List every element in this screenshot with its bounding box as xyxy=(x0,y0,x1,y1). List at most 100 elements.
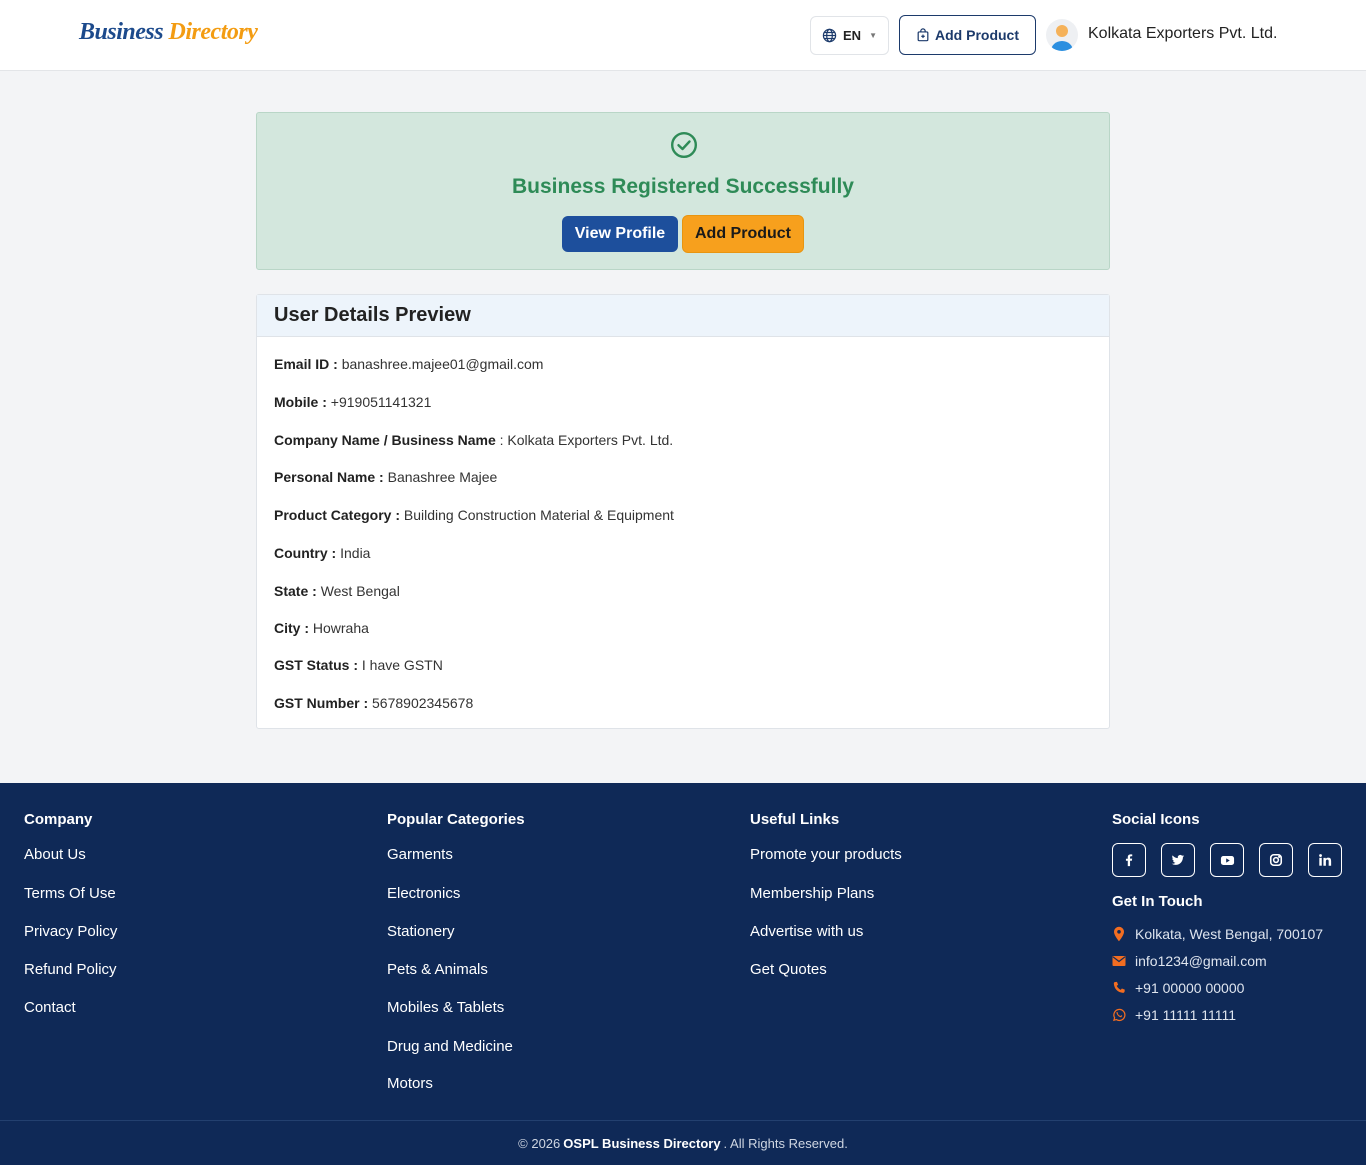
footer-link-electronics[interactable]: Electronics xyxy=(387,885,460,902)
detail-row-gst-status: GST Status : I have GSTN xyxy=(274,657,443,673)
detail-label: Mobile : xyxy=(274,394,327,410)
user-details-card: User Details Preview Email ID : banashre… xyxy=(256,294,1110,729)
contact-email[interactable]: info1234@gmail.com xyxy=(1112,953,1267,969)
detail-value: 5678902345678 xyxy=(372,695,474,711)
user-avatar[interactable] xyxy=(1046,19,1078,51)
detail-label: City : xyxy=(274,620,309,636)
linkedin-button[interactable] xyxy=(1308,843,1342,877)
phone-icon xyxy=(1113,981,1125,993)
site-footer: Company About Us Terms Of Use Privacy Po… xyxy=(0,783,1366,1165)
copyright-suffix: . All Rights Reserved. xyxy=(723,1135,848,1151)
header-add-product-label: Add Product xyxy=(935,27,1019,43)
detail-value: : Kolkata Exporters Pvt. Ltd. xyxy=(499,432,674,448)
footer-link-contact[interactable]: Contact xyxy=(24,999,76,1016)
detail-value: Banashree Majee xyxy=(387,469,498,485)
footer-link-refund[interactable]: Refund Policy xyxy=(24,961,117,978)
copyright-brand[interactable]: OSPL Business Directory xyxy=(563,1136,720,1151)
detail-value: +919051141321 xyxy=(330,394,432,410)
detail-value: I have GSTN xyxy=(361,657,443,673)
footer-contact-title: Get In Touch xyxy=(1112,893,1203,910)
success-banner: Business Registered Successfully View Pr… xyxy=(256,112,1110,270)
detail-label: State : xyxy=(274,583,317,599)
logo-part-1: Business xyxy=(79,19,164,45)
detail-label: Email ID : xyxy=(274,356,338,372)
language-label: EN xyxy=(843,28,862,43)
detail-row-mobile: Mobile : +919051141321 xyxy=(274,394,431,410)
detail-label: GST Status : xyxy=(274,657,359,673)
footer-copyright: © 2026 OSPL Business Directory . All Rig… xyxy=(0,1120,1366,1165)
contact-email-text: info1234@gmail.com xyxy=(1135,953,1267,969)
contact-whatsapp[interactable]: +91 11111 11111 xyxy=(1112,1007,1236,1023)
footer-link-stationery[interactable]: Stationery xyxy=(387,923,455,940)
detail-label: GST Number : xyxy=(274,695,369,711)
user-avatar-icon xyxy=(1051,25,1073,51)
footer-link-advertise[interactable]: Advertise with us xyxy=(750,923,863,940)
detail-row-country: Country : India xyxy=(274,545,370,561)
footer-link-mobiles[interactable]: Mobiles & Tablets xyxy=(387,999,504,1016)
footer-link-privacy[interactable]: Privacy Policy xyxy=(24,923,117,940)
user-name[interactable]: Kolkata Exporters Pvt. Ltd. xyxy=(1088,25,1277,43)
contact-phone-text: +91 00000 00000 xyxy=(1135,980,1245,996)
social-icons xyxy=(1112,843,1342,877)
footer-link-quotes[interactable]: Get Quotes xyxy=(750,961,827,978)
language-selector[interactable]: EN ▼ xyxy=(810,16,889,55)
detail-row-gst-number: GST Number : 5678902345678 xyxy=(274,695,473,711)
footer-link-motors[interactable]: Motors xyxy=(387,1075,433,1092)
linkedin-icon xyxy=(1319,854,1332,866)
facebook-button[interactable] xyxy=(1112,843,1146,877)
instagram-button[interactable] xyxy=(1259,843,1293,877)
contact-phone[interactable]: +91 00000 00000 xyxy=(1112,980,1244,996)
detail-value: India xyxy=(340,545,371,561)
footer-useful-title: Useful Links xyxy=(750,811,840,828)
add-product-button[interactable]: Add Product xyxy=(682,215,804,253)
copyright-prefix: © 2026 xyxy=(518,1135,561,1151)
top-header: Business Directory EN ▼ Add Product Kolk… xyxy=(0,0,1366,71)
footer-link-drug[interactable]: Drug and Medicine xyxy=(387,1038,513,1055)
footer-link-about-us[interactable]: About Us xyxy=(24,846,86,863)
detail-value: West Bengal xyxy=(320,583,400,599)
footer-link-promote[interactable]: Promote your products xyxy=(750,846,902,863)
logo-part-2: Directory xyxy=(168,19,258,45)
footer-link-garments[interactable]: Garments xyxy=(387,846,453,863)
instagram-icon xyxy=(1269,853,1283,867)
detail-value: Howraha xyxy=(312,620,369,636)
detail-row-product-category: Product Category : Building Construction… xyxy=(274,507,674,523)
detail-value: Building Construction Material & Equipme… xyxy=(403,507,674,523)
detail-value: banashree.majee01@gmail.com xyxy=(341,356,544,372)
footer-company-title: Company xyxy=(24,811,93,828)
globe-icon xyxy=(822,28,837,43)
youtube-button[interactable] xyxy=(1210,843,1244,877)
footer-link-pets[interactable]: Pets & Animals xyxy=(387,961,488,978)
contact-address-text: Kolkata, West Bengal, 700107 xyxy=(1135,926,1324,942)
envelope-icon xyxy=(1112,956,1126,966)
footer-social-title: Social Icons xyxy=(1112,811,1200,828)
card-header: User Details Preview xyxy=(257,295,1109,337)
detail-label: Personal Name : xyxy=(274,469,384,485)
detail-label: Company Name / Business Name xyxy=(274,432,496,448)
detail-row-email: Email ID : banashree.majee01@gmail.com xyxy=(274,356,543,372)
detail-row-city: City : Howraha xyxy=(274,620,369,636)
detail-label: Product Category : xyxy=(274,507,401,523)
contact-whatsapp-text: +91 11111 11111 xyxy=(1135,1007,1237,1023)
detail-row-personal-name: Personal Name : Banashree Majee xyxy=(274,469,497,485)
detail-label: Country : xyxy=(274,545,337,561)
twitter-button[interactable] xyxy=(1161,843,1195,877)
check-circle-icon xyxy=(670,131,698,159)
detail-row-company: Company Name / Business Name : Kolkata E… xyxy=(274,432,673,448)
footer-link-terms[interactable]: Terms Of Use xyxy=(24,885,116,902)
shopping-bag-plus-icon xyxy=(917,28,929,42)
contact-address: Kolkata, West Bengal, 700107 xyxy=(1112,926,1323,942)
card-title: User Details Preview xyxy=(274,304,471,326)
whatsapp-icon xyxy=(1113,1008,1126,1022)
success-message: Business Registered Successfully xyxy=(512,175,854,198)
twitter-icon xyxy=(1171,854,1185,865)
site-logo[interactable]: Business Directory xyxy=(79,19,258,46)
footer-link-membership[interactable]: Membership Plans xyxy=(750,885,874,902)
map-pin-icon xyxy=(1114,926,1124,942)
view-profile-button[interactable]: View Profile xyxy=(562,216,678,252)
header-add-product-button[interactable]: Add Product xyxy=(899,15,1036,55)
chevron-down-icon: ▼ xyxy=(869,31,877,40)
footer-categories-title: Popular Categories xyxy=(387,811,525,828)
facebook-icon xyxy=(1125,854,1133,867)
detail-row-state: State : West Bengal xyxy=(274,583,400,599)
